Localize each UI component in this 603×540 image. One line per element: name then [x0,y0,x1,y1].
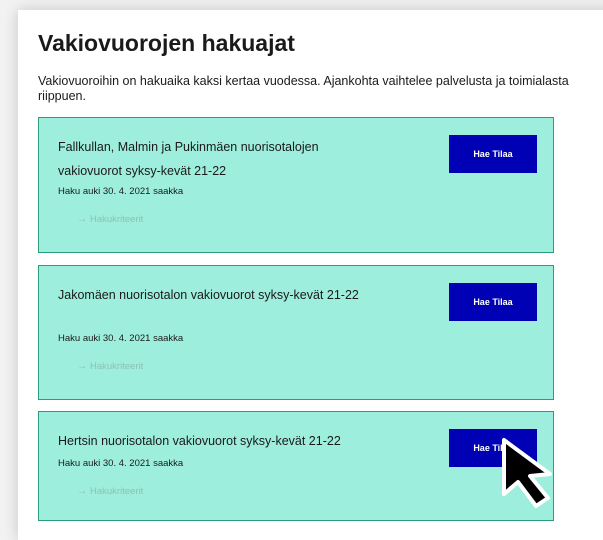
mouse-cursor-icon [502,438,552,508]
card-title: Jakomäen nuorisotalon vakiovuorot syksy-… [58,288,359,302]
criteria-link[interactable]: → Hakukriteerit [77,486,143,497]
apply-button[interactable]: Hae Tilaa [449,283,537,321]
application-card: Fallkullan, Malmin ja Pukinmäen nuorisot… [38,117,554,253]
card-title: Fallkullan, Malmin ja Pukinmäen nuorisot… [58,140,319,178]
card-deadline: Haku auki 30. 4. 2021 saakka [58,458,184,469]
application-card: Hertsin nuorisotalon vakiovuorot syksy-k… [38,411,554,521]
card-deadline: Haku auki 30. 4. 2021 saakka [58,186,184,197]
card-deadline: Haku auki 30. 4. 2021 saakka [58,333,184,344]
arrow-right-icon: → [77,361,87,372]
card-title: Hertsin nuorisotalon vakiovuorot syksy-k… [58,434,341,448]
criteria-link[interactable]: → Hakukriteerit [77,214,143,225]
criteria-link-label: Hakukriteerit [90,214,144,225]
arrow-right-icon: → [77,214,87,225]
page-title: Vakiovuorojen hakuajat [38,30,295,56]
application-card: Jakomäen nuorisotalon vakiovuorot syksy-… [38,265,554,400]
criteria-link-label: Hakukriteerit [90,486,144,497]
intro-text: Vakiovuoroihin on hakuaika kaksi kertaa … [38,74,569,103]
criteria-link-label: Hakukriteerit [90,361,144,372]
criteria-link[interactable]: → Hakukriteerit [77,361,143,372]
apply-button[interactable]: Hae Tilaa [449,135,537,173]
arrow-right-icon: → [77,486,87,497]
